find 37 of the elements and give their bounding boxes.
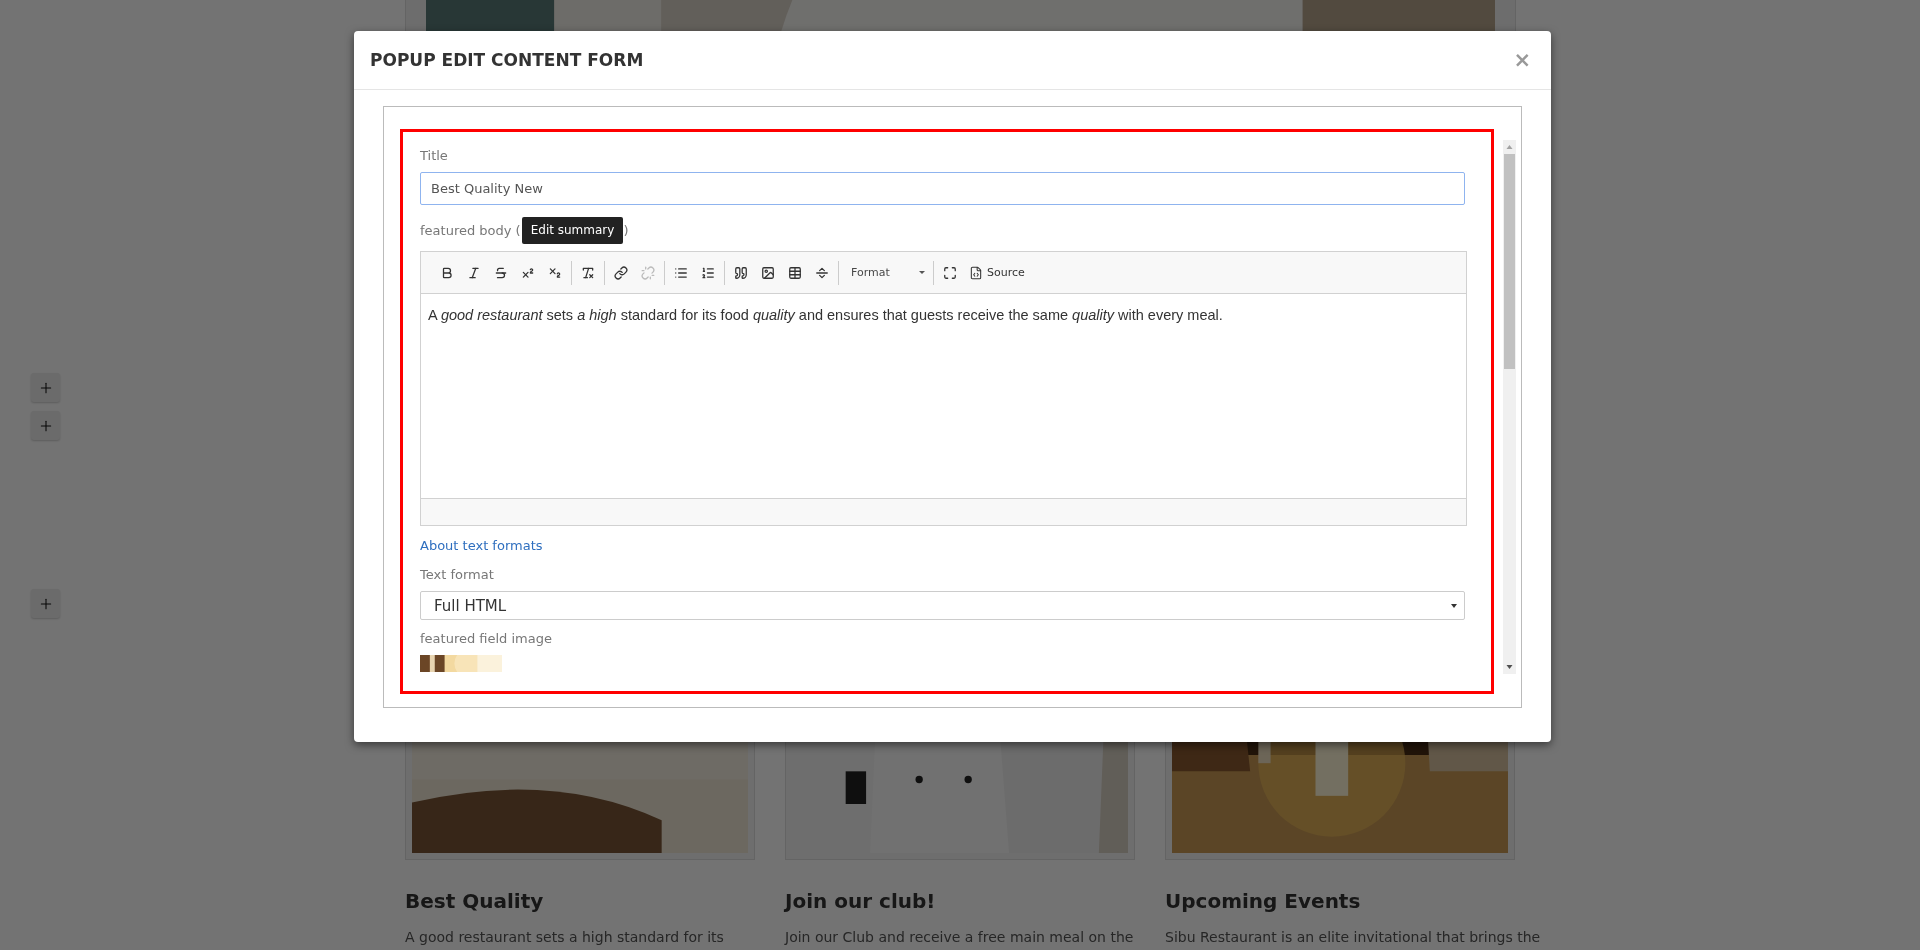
bullet-list-icon bbox=[674, 265, 688, 280]
quote-icon bbox=[734, 265, 748, 280]
field-label: featured body ( bbox=[420, 222, 521, 239]
code-file-icon bbox=[969, 265, 983, 280]
source-button[interactable]: Source bbox=[965, 260, 1029, 285]
modal-title: POPUP EDIT CONTENT FORM bbox=[370, 50, 644, 70]
superscript-icon bbox=[521, 265, 535, 280]
italic-icon bbox=[467, 265, 481, 280]
card-text: Sibu Restaurant is an elite invitational that brings the bbox=[1165, 928, 1541, 947]
table-icon bbox=[788, 265, 802, 280]
card-text: A good restaurant sets a high standard for its bbox=[405, 928, 724, 947]
horizontal-rule-icon bbox=[815, 265, 829, 280]
format-dropdown[interactable]: Format bbox=[843, 260, 929, 285]
card-title: Best Quality bbox=[405, 889, 544, 913]
link-icon bbox=[614, 265, 628, 280]
remove-format-icon bbox=[581, 265, 595, 280]
field-label: Title bbox=[420, 148, 448, 164]
body-text: A good restaurant sets a high standard for its food quality and ensures that guests receive the same quality with every meal. bbox=[428, 306, 1224, 324]
field-label: ) bbox=[623, 222, 629, 239]
field-label: Text format bbox=[420, 567, 494, 583]
card-title: Upcoming Events bbox=[1165, 889, 1361, 913]
caret-icon bbox=[919, 271, 925, 274]
bold-icon bbox=[440, 265, 454, 280]
format-select[interactable]: Full HTML bbox=[420, 591, 1465, 620]
strikethrough-icon bbox=[494, 265, 508, 280]
subscript-icon bbox=[548, 265, 562, 280]
card-title: Join our club! bbox=[785, 889, 936, 913]
caret-icon bbox=[1451, 603, 1457, 608]
numbered-list-icon bbox=[701, 265, 715, 280]
tooltip: Edit summary bbox=[521, 217, 624, 244]
title-input[interactable]: Best Quality New bbox=[420, 172, 1465, 205]
card-text: Join our Club and receive a free main meal on the bbox=[785, 928, 1134, 947]
help-link[interactable]: About text formats bbox=[420, 537, 543, 555]
image-icon bbox=[761, 265, 775, 280]
scrollbar[interactable] bbox=[1503, 140, 1516, 674]
maximize-icon bbox=[943, 265, 957, 280]
unlink-icon bbox=[641, 265, 655, 280]
